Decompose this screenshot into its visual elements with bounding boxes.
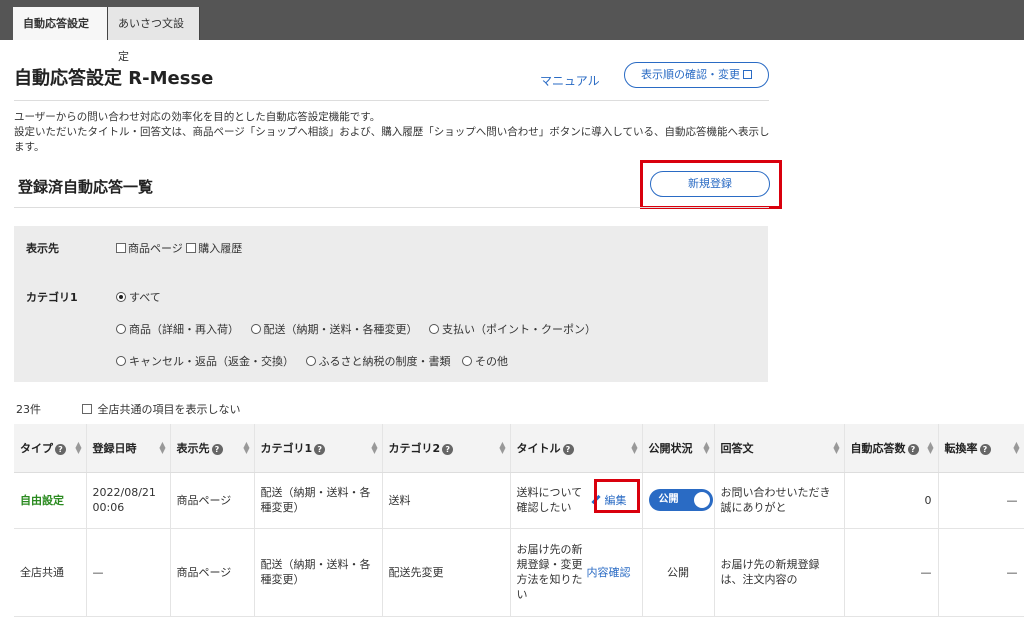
auto-reply-table: タイプ? ▲ ▼ 登録日時 ▲ ▼ 表示先? ▲ ▼ カテゴリ1? ▲ ▼ カテゴリ2? ▲ ▼ タ… xyxy=(14,424,1024,617)
cell-type: 全店共通 xyxy=(14,528,87,617)
col-header-type[interactable]: タイプ? ▲ ▼ xyxy=(14,424,87,473)
radio-icon xyxy=(305,356,316,366)
col-header-rate[interactable]: 転換率? ▲ ▼ xyxy=(938,424,1024,473)
cell-answer: お問い合わせいただき誠にありがと xyxy=(714,472,845,529)
sort-icon: ▲ ▼ xyxy=(371,440,378,455)
hide-common-toggle[interactable]: 全店共通の項目を表示しない xyxy=(82,401,241,417)
sort-icon: ▲ ▼ xyxy=(703,440,710,455)
display-option-history[interactable]: 購入履歴 xyxy=(186,242,242,255)
category-option-other[interactable]: その他 xyxy=(462,355,508,368)
cell-type: 自由設定 xyxy=(14,472,87,529)
col-header-title[interactable]: タイトル? ▲ ▼ xyxy=(510,424,643,473)
result-count: 23件 xyxy=(16,403,41,416)
table-row: 全店共通 — 商品ページ 配送（納期・送料・各種変更） 配送先変更 お届け先の新… xyxy=(14,528,1024,617)
category-options-row-2: キャンセル・返品（返金・交換） ふるさと納税の制度・書類 その他 xyxy=(116,353,508,369)
cell-status: 公開 xyxy=(642,528,715,617)
col-header-status[interactable]: 公開状況 ▲ ▼ xyxy=(642,424,715,473)
checkbox-icon xyxy=(82,404,92,414)
display-filter-label: 表示先 xyxy=(26,242,59,255)
cell-status: 公開 xyxy=(642,472,715,529)
view-content-link[interactable]: 内容確認 xyxy=(587,565,631,580)
top-tab-bar: 自動応答設定 あいさつ文設定 xyxy=(0,0,1024,63)
help-icon: ? xyxy=(211,443,223,455)
radio-icon xyxy=(116,356,126,366)
row-title: 送料について確認したい xyxy=(516,486,583,514)
radio-icon xyxy=(462,356,472,366)
sort-icon: ▲ ▼ xyxy=(75,440,82,455)
table-row: 自由設定 2022/08/21 00:06 商品ページ 配送（納期・送料・各種変… xyxy=(14,472,1024,529)
col-header-auto-count[interactable]: 自動応答数? ▲ ▼ xyxy=(844,424,939,473)
display-filter-options: 商品ページ 購入履歴 xyxy=(116,240,242,256)
order-check-label: 表示順の確認・変更 xyxy=(641,68,740,81)
cell-cat1: 配送（納期・送料・各種変更） xyxy=(254,528,383,617)
section-title: 登録済自動応答一覧 xyxy=(18,178,154,196)
tab-greeting[interactable]: あいさつ文設定 xyxy=(108,7,200,63)
help-icon: ? xyxy=(314,443,326,455)
radio-selected-icon xyxy=(116,292,126,302)
help-icon: ? xyxy=(979,443,991,455)
sort-icon: ▲ ▼ xyxy=(927,440,934,455)
sort-icon: ▲ ▼ xyxy=(499,440,506,455)
col-header-cat1[interactable]: カテゴリ1? ▲ ▼ xyxy=(254,424,383,473)
cell-date: 2022/08/21 00:06 xyxy=(86,472,171,529)
radio-icon xyxy=(116,324,126,334)
category-option-product[interactable]: 商品（詳細・再入荷） xyxy=(116,323,239,336)
checkbox-icon xyxy=(186,243,197,253)
divider xyxy=(14,207,769,208)
row-title: お届け先の新規登録・変更方法を知りたい xyxy=(516,543,583,601)
checkbox-icon xyxy=(116,243,126,253)
col-header-display[interactable]: 表示先? ▲ ▼ xyxy=(170,424,255,473)
help-icon: ? xyxy=(442,443,454,455)
sort-icon: ▲ ▼ xyxy=(631,440,638,455)
page-description: ユーザーからの問い合わせ対応の効率化を目的とした自動応答設定機能です。 設定いた… xyxy=(14,110,770,155)
col-header-answer[interactable]: 回答文 ▲ ▼ xyxy=(714,424,845,473)
col-header-date[interactable]: 登録日時 ▲ ▼ xyxy=(86,424,171,473)
cell-cat1: 配送（納期・送料・各種変更） xyxy=(254,472,383,529)
sort-icon: ▲ ▼ xyxy=(1013,440,1020,455)
radio-icon xyxy=(429,324,439,334)
cell-display: 商品ページ xyxy=(170,472,255,529)
edit-link-highlight xyxy=(594,479,640,513)
tab-auto-reply[interactable]: 自動応答設定 xyxy=(13,7,108,40)
cell-auto-count: — xyxy=(844,528,939,617)
new-register-button[interactable]: 新規登録 xyxy=(650,171,770,197)
category-filter-label: カテゴリ1 xyxy=(26,291,78,304)
cell-auto-count: 0 xyxy=(844,472,939,529)
external-link-icon xyxy=(743,70,752,79)
sort-icon: ▲ ▼ xyxy=(159,440,166,455)
col-header-cat2[interactable]: カテゴリ2? ▲ ▼ xyxy=(382,424,511,473)
cell-title: お届け先の新規登録・変更方法を知りたい 内容確認 xyxy=(510,528,643,617)
category-option-all[interactable]: すべて xyxy=(116,289,161,305)
cell-cat2: 送料 xyxy=(382,472,511,529)
cell-display: 商品ページ xyxy=(170,528,255,617)
manual-link[interactable]: マニュアル xyxy=(540,72,600,89)
help-icon: ? xyxy=(55,443,66,455)
table-header-row: タイプ? ▲ ▼ 登録日時 ▲ ▼ 表示先? ▲ ▼ カテゴリ1? ▲ ▼ カテゴリ2? ▲ ▼ タ… xyxy=(14,424,1024,473)
sort-icon: ▲ ▼ xyxy=(243,440,250,455)
category-option-payment[interactable]: 支払い（ポイント・クーポン） xyxy=(429,323,596,336)
toggle-knob xyxy=(693,492,710,508)
divider xyxy=(14,100,769,101)
radio-icon xyxy=(250,324,261,334)
sort-icon: ▲ ▼ xyxy=(833,440,840,455)
page-title: 自動応答設定 R-Messe xyxy=(14,68,214,89)
cell-cat2: 配送先変更 xyxy=(382,528,511,617)
category-option-cancel[interactable]: キャンセル・返品（返金・交換） xyxy=(116,355,294,368)
cell-date: — xyxy=(86,528,171,617)
cell-rate: — xyxy=(938,472,1024,529)
category-option-furusato[interactable]: ふるさと納税の制度・書類 xyxy=(305,355,451,368)
description-line-2: 設定いただいたタイトル・回答文は、商品ページ「ショップへ相談」および、購入履歴「… xyxy=(14,126,770,153)
help-icon: ? xyxy=(907,443,919,455)
filter-panel: 表示先 商品ページ 購入履歴 カテゴリ1 すべて 商品（詳細・再入荷） 配送（納… xyxy=(14,226,768,382)
category-options-row-1: 商品（詳細・再入荷） 配送（納期・送料・各種変更） 支払い（ポイント・クーポン） xyxy=(116,321,596,337)
category-option-shipping[interactable]: 配送（納期・送料・各種変更） xyxy=(250,323,418,336)
cell-answer: お届け先の新規登録は、注文内容の xyxy=(714,528,845,617)
hide-common-label: 全店共通の項目を表示しない xyxy=(97,403,241,416)
help-icon: ? xyxy=(562,443,574,455)
description-line-1: ユーザーからの問い合わせ対応の効率化を目的とした自動応答設定機能です。 xyxy=(14,111,381,123)
display-option-product[interactable]: 商品ページ xyxy=(116,242,183,255)
cell-rate: — xyxy=(938,528,1024,617)
publish-toggle[interactable]: 公開 xyxy=(648,489,713,511)
order-check-button[interactable]: 表示順の確認・変更 xyxy=(624,62,769,88)
